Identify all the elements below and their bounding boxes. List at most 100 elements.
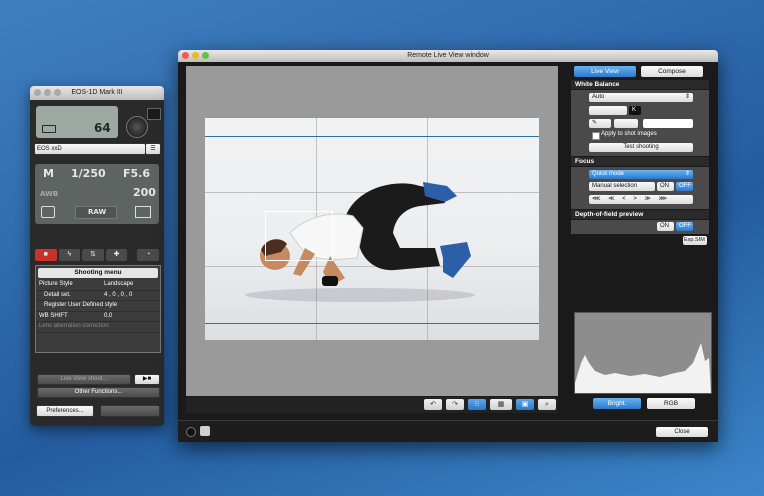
shooting-menu-title: Shooting menu [38, 268, 158, 278]
exposure-lcd: M 1/250 F5.6 AWB 200 RAW [35, 164, 159, 224]
af-off-button[interactable]: OFF [676, 182, 693, 191]
close-dot-icon[interactable] [34, 89, 41, 96]
menu-row-picture-style[interactable]: Picture Style Landscape [36, 280, 160, 291]
focus-mode-value: Quick mode [592, 171, 625, 177]
aspect-guide-line [205, 323, 539, 324]
exp-sim-label: Exp.SIM [684, 237, 705, 243]
tab-shooting-camera-icon[interactable]: ■ [35, 249, 57, 261]
af-on-button[interactable]: ON [657, 182, 674, 191]
apply-checkbox[interactable] [592, 132, 600, 140]
color-temp-field[interactable] [589, 106, 627, 115]
tab-compose-label: Compose [658, 68, 686, 75]
zoom-dot-icon[interactable] [54, 89, 61, 96]
tab-live-view[interactable]: Live View [574, 66, 636, 77]
menu-row-value: 0,0 [104, 312, 113, 319]
menu-row-lens-aberration: Lens aberration correction [36, 322, 160, 333]
focus-frame[interactable] [265, 211, 333, 261]
metering-icon[interactable] [41, 206, 55, 218]
wb-ok-button[interactable]: K [629, 106, 641, 115]
shots-remaining: 64 [94, 121, 111, 135]
shooting-mode[interactable]: M [43, 167, 54, 180]
live-view-shoot-button[interactable]: Live View shoot... [37, 374, 131, 385]
camera-settings-button[interactable]: ☰ [145, 143, 161, 155]
dof-on-button[interactable]: ON [657, 222, 674, 231]
live-view-preview[interactable] [186, 66, 558, 396]
focus-panel: Quick mode ⇕ Manual selection ON OFF ⋘ ≪… [571, 167, 709, 209]
preview-toolbar: ↶ ↷ ⁝⁝ ▦ ▣ ⌕ [186, 397, 558, 413]
rgb-label: RGB [663, 400, 679, 407]
power-dial[interactable] [126, 116, 148, 138]
rotate-left-icon[interactable]: ↶ [424, 399, 442, 410]
tab-custom-functions-icon[interactable]: ⇅ [82, 249, 104, 261]
camera-tabs: ■ ϟ ⇅ ✚ ◔ [35, 249, 159, 261]
camera-connection-icon [200, 426, 210, 436]
window-title: Remote Live View window [407, 52, 489, 59]
dof-section-title: Depth-of-field preview [571, 210, 709, 219]
focus-near-far-buttons[interactable]: ⋘ ≪ < > ≫ ⋙ [589, 195, 693, 204]
battery-icon [42, 125, 56, 133]
camera-name: EOS xxD [37, 146, 62, 152]
focus-frame-icon[interactable]: ▣ [516, 399, 534, 410]
tab-setup-icon[interactable]: ✚ [105, 249, 128, 261]
live-view-icon-button[interactable]: ▶■ [134, 374, 160, 385]
camera-titlebar: EOS-1D Mark III [30, 86, 164, 100]
minimize-dot-icon[interactable] [192, 52, 199, 59]
eyedropper-icon[interactable]: ✎ [589, 119, 611, 128]
focus-mode-select[interactable]: Quick mode ⇕ [589, 170, 693, 179]
af-selection-value: Manual selection [592, 183, 638, 189]
preferences-button[interactable]: Preferences... [36, 405, 94, 417]
live-view-shoot-label: Live View shoot... [60, 376, 108, 382]
white-balance-pick-icon[interactable]: ⁝⁝ [468, 399, 486, 410]
grid-display-icon[interactable]: ▦ [490, 399, 512, 410]
wb-swatch [643, 119, 693, 128]
menu-row-register-style[interactable]: Register User Defined style [36, 301, 160, 312]
tab-timer-icon[interactable]: ◔ [137, 249, 159, 261]
menu-row-value: Landscape [104, 281, 134, 287]
zoom-dot-icon[interactable] [202, 52, 209, 59]
zoom-icon[interactable]: ⌕ [538, 399, 556, 410]
white-balance-mode[interactable]: AWB [40, 190, 58, 198]
other-functions-button[interactable]: Other Functions... [37, 387, 160, 398]
quality-box[interactable]: RAW [75, 206, 117, 219]
window-titlebar: Remote Live View window [178, 50, 718, 62]
white-balance-section-title: White Balance [571, 80, 709, 89]
drive-mode-icon[interactable] [135, 206, 151, 218]
image-quality: RAW [88, 208, 107, 216]
menu-row-wb-shift[interactable]: WB SHIFT 0,0 [36, 312, 160, 322]
close-dot-icon[interactable] [182, 52, 189, 59]
minimize-dot-icon[interactable] [44, 89, 51, 96]
tab-flash-icon[interactable]: ϟ [58, 249, 81, 261]
iso-value[interactable]: 200 [133, 186, 156, 199]
camera-name-field: EOS xxD [34, 143, 146, 155]
test-shooting-button[interactable]: Test shooting [589, 143, 693, 152]
af-selection-select[interactable]: Manual selection [589, 182, 655, 191]
histogram [574, 312, 712, 394]
menu-row-label: Picture Style [39, 281, 73, 287]
rotate-right-icon[interactable]: ↷ [446, 399, 464, 410]
rgb-histogram-button[interactable]: RGB [647, 398, 695, 409]
bright-histogram-button[interactable]: Bright. [593, 398, 641, 409]
remote-live-view-window: Remote Live View window ↶ ↷ ⁝⁝ ▦ ▣ ⌕ Liv… [178, 50, 718, 442]
close-button[interactable]: Close [656, 427, 708, 437]
other-functions-label: Other Functions... [74, 389, 123, 395]
live-view-status-icon [186, 427, 196, 437]
battery-shots-lcd: 64 [36, 106, 118, 138]
bright-label: Bright. [607, 400, 627, 407]
white-balance-select[interactable]: Auto ⇕ [589, 93, 693, 102]
menu-row-label: Register User Defined style [44, 302, 118, 308]
aperture-value[interactable]: F5.6 [123, 167, 150, 180]
dropdown-arrow-icon: ⇕ [684, 94, 690, 100]
camera-control-panel: EOS-1D Mark III 64 EOS xxD ☰ M 1/250 F5.… [30, 86, 164, 426]
preferences-label: Preferences... [46, 408, 84, 414]
wb-preset-select[interactable] [614, 119, 638, 128]
camera-title: EOS-1D Mark III [71, 89, 123, 96]
menu-row-detail-set[interactable]: Detail set. 4 , 0 , 0 , 0 [36, 291, 160, 301]
dropdown-arrow-icon: ⇕ [684, 171, 690, 177]
live-view-image[interactable] [205, 118, 539, 340]
off-label: OFF [679, 183, 691, 189]
mode-indicator-icon [147, 108, 161, 120]
dof-off-button[interactable]: OFF [676, 222, 693, 231]
tab-compose[interactable]: Compose [641, 66, 703, 77]
shutter-speed[interactable]: 1/250 [71, 167, 106, 180]
menu-row-label: Detail set. [44, 291, 71, 298]
